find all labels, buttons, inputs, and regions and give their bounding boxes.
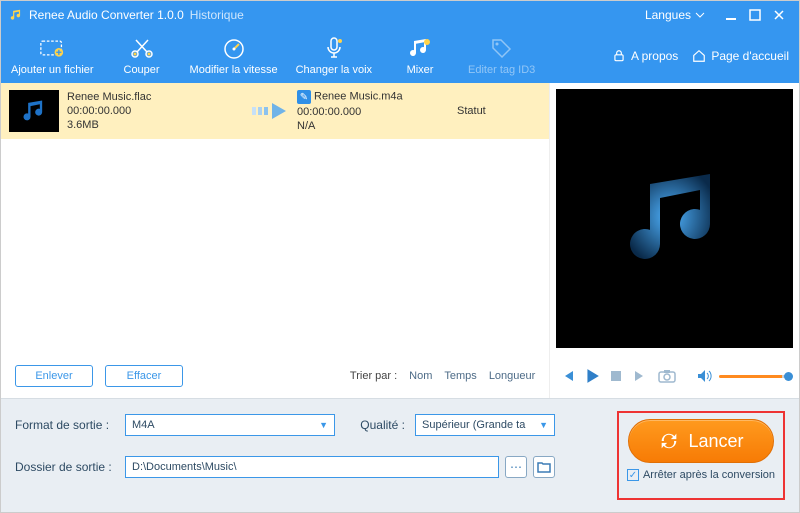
stop-button[interactable] (608, 368, 624, 384)
snapshot-button[interactable] (656, 368, 678, 384)
refresh-icon (658, 430, 680, 452)
format-value: M4A (132, 419, 155, 431)
home-link[interactable]: Page d'accueil (692, 49, 789, 63)
minimize-button[interactable] (719, 5, 743, 25)
dest-filename: Renee Music.m4a (314, 91, 403, 103)
browse-button[interactable]: ⋯ (505, 456, 527, 478)
play-button[interactable] (584, 368, 600, 384)
sort-label: Trier par : (350, 370, 397, 382)
file-row[interactable]: Renee Music.flac 00:00:00.000 3.6MB ✎Ren… (1, 83, 549, 139)
status-label: Statut (457, 105, 527, 117)
source-filename: Renee Music.flac (67, 91, 247, 103)
convert-arrow-icon (247, 101, 297, 121)
lock-icon (612, 49, 626, 63)
scissors-icon (130, 36, 154, 60)
speed-button[interactable]: Modifier la vitesse (190, 36, 278, 76)
format-select[interactable]: M4A ▼ (125, 414, 335, 436)
preview-panel (556, 89, 793, 348)
file-thumbnail (9, 90, 59, 132)
sort-by-time[interactable]: Temps (444, 370, 476, 382)
home-label: Page d'accueil (711, 49, 789, 63)
quality-value: Supérieur (Grande ta (422, 419, 525, 431)
voice-label: Changer la voix (296, 64, 372, 76)
home-icon (692, 49, 706, 63)
sort-by-name[interactable]: Nom (409, 370, 432, 382)
gauge-icon (222, 36, 246, 60)
dest-duration: 00:00:00.000 (297, 106, 457, 118)
languages-dropdown[interactable]: Langues (645, 8, 705, 22)
volume-icon[interactable] (697, 368, 713, 384)
folder-input[interactable]: D:\Documents\Music\ (125, 456, 499, 478)
add-file-label: Ajouter un fichier (11, 64, 94, 76)
tag-icon (490, 36, 514, 60)
mixer-button[interactable]: Mixer (390, 36, 450, 76)
window-subtitle: Historique (190, 8, 244, 22)
format-label: Format de sortie : (15, 418, 115, 432)
chevron-down-icon (695, 10, 705, 20)
volume-slider[interactable] (719, 375, 789, 378)
id3-label: Editer tag ID3 (468, 64, 535, 76)
folder-value: D:\Documents\Music\ (132, 461, 237, 473)
maximize-button[interactable] (743, 5, 767, 25)
mixer-icon (408, 36, 432, 60)
quality-label: Qualité : (345, 418, 405, 432)
add-file-icon (40, 36, 64, 60)
speed-label: Modifier la vitesse (190, 64, 278, 76)
cut-label: Couper (124, 64, 160, 76)
chevron-down-icon: ▼ (539, 420, 548, 430)
sort-by-length[interactable]: Longueur (489, 370, 536, 382)
folder-label: Dossier de sortie : (15, 460, 115, 474)
stop-after-label: Arrêter après la conversion (643, 469, 775, 481)
music-note-icon (615, 159, 735, 279)
stop-after-checkbox[interactable]: ✓ (627, 469, 639, 481)
voice-button[interactable]: Changer la voix (296, 36, 372, 76)
about-label: A propos (631, 49, 678, 63)
next-button[interactable] (632, 368, 648, 384)
microphone-icon (322, 36, 346, 60)
id3-button: Editer tag ID3 (468, 36, 535, 76)
close-button[interactable] (767, 5, 791, 25)
window-title: Renee Audio Converter 1.0.0 (29, 8, 184, 22)
chevron-down-icon: ▼ (319, 420, 328, 430)
mixer-label: Mixer (407, 64, 434, 76)
clear-button[interactable]: Effacer (105, 365, 183, 387)
prev-button[interactable] (560, 368, 576, 384)
remove-button[interactable]: Enlever (15, 365, 93, 387)
cut-button[interactable]: Couper (112, 36, 172, 76)
source-size: 3.6MB (67, 119, 247, 131)
launch-label: Lancer (688, 431, 743, 452)
folder-icon (537, 461, 551, 473)
languages-label: Langues (645, 8, 691, 22)
quality-select[interactable]: Supérieur (Grande ta ▼ (415, 414, 555, 436)
open-folder-button[interactable] (533, 456, 555, 478)
add-file-button[interactable]: Ajouter un fichier (11, 36, 94, 76)
app-logo-icon (9, 8, 23, 22)
about-link[interactable]: A propos (612, 49, 678, 63)
edit-icon[interactable]: ✎ (297, 90, 311, 104)
dest-size: N/A (297, 120, 457, 132)
launch-button[interactable]: Lancer (628, 419, 774, 463)
source-duration: 00:00:00.000 (67, 105, 247, 117)
